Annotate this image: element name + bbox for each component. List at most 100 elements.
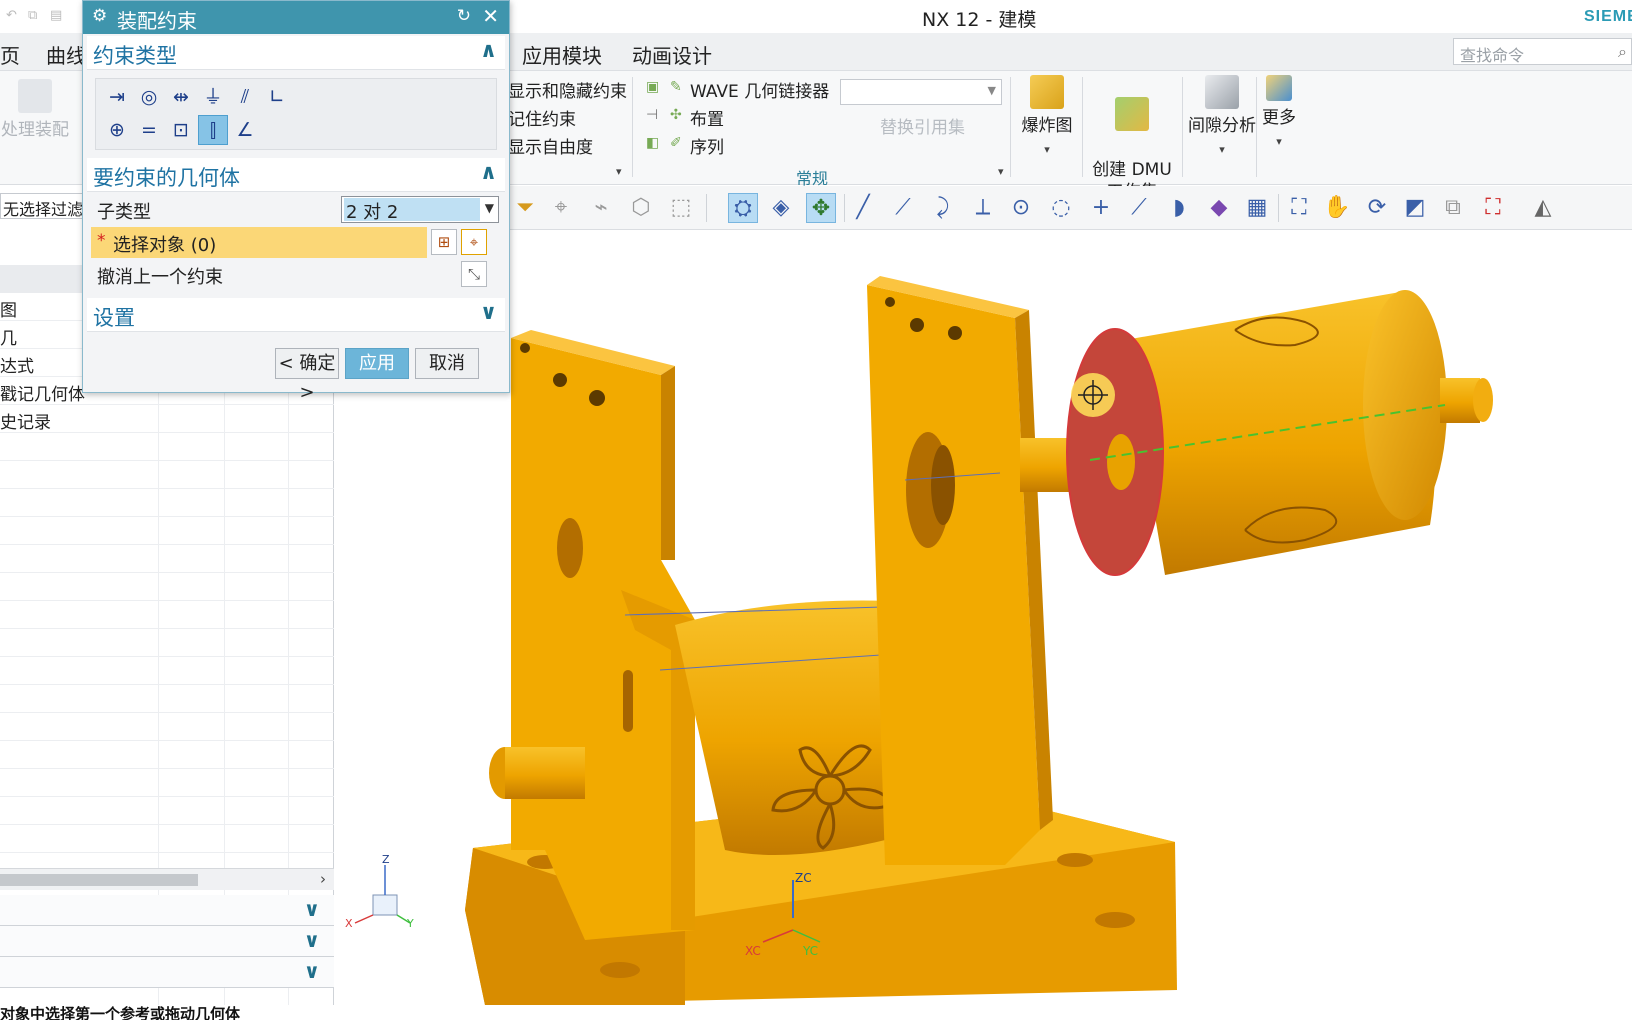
command-search-input[interactable]: 查找命令 ⌕ <box>1453 38 1632 65</box>
navigator-panel-collapsed[interactable]: ∨ <box>0 957 334 988</box>
section-constraint-type[interactable]: 约束类型 ∧ <box>87 36 505 70</box>
clearance-analysis-button[interactable]: 间隙分析 ▾ <box>1184 75 1260 161</box>
snap-body-icon[interactable]: ⬡ <box>626 193 656 223</box>
intersection-icon[interactable]: ⟂ <box>968 193 998 223</box>
right-bracket[interactable] <box>867 276 1053 865</box>
table-row <box>0 433 334 461</box>
chevron-down-icon[interactable]: ∨ <box>304 928 320 952</box>
snap-curve-icon[interactable]: ⌁ <box>586 193 616 223</box>
cancel-button[interactable]: 取消 <box>415 348 479 379</box>
menu-application[interactable]: 应用模块 <box>522 40 602 69</box>
graphics-window[interactable]: ZC XC YC Z X Y <box>345 230 1632 1005</box>
navigator-panel-collapsed[interactable]: ∨ <box>0 895 334 926</box>
touch-align-icon[interactable]: ⇥ <box>102 82 132 112</box>
chevron-up-icon[interactable]: ∧ <box>480 160 497 184</box>
clipping-icon[interactable]: ⧉ <box>1438 193 1468 223</box>
remember-constraints-button[interactable]: 记住约束 <box>508 105 576 130</box>
close-icon[interactable]: ✕ <box>482 4 499 28</box>
selection-filter-input[interactable]: 无选择过滤器 <box>0 193 84 219</box>
fit-icon[interactable]: ⊡ <box>166 115 196 145</box>
ok-button[interactable]: < 确定 > <box>275 348 339 403</box>
section-geometry-to-constrain[interactable]: 要约束的几何体 ∧ <box>87 158 505 192</box>
control-point-icon[interactable]: ⤸ <box>928 193 958 223</box>
reference-set-combo[interactable]: ▼ <box>840 79 1002 105</box>
render-style-icon[interactable]: ◭ <box>1528 193 1558 223</box>
filter-icon[interactable]: ⏷ <box>510 193 540 223</box>
more-button[interactable]: 更多 ▾ <box>1258 75 1300 153</box>
rect-select-icon[interactable]: ⬚ <box>666 193 696 223</box>
shaded-icon[interactable]: ◈ <box>766 193 796 223</box>
dialog-title-bar[interactable]: ⚙ 装配约束 ↻ ✕ <box>83 1 509 34</box>
endpoint-icon[interactable]: ╱ <box>848 193 878 223</box>
point-on-face-icon[interactable]: ◗ <box>1164 193 1194 223</box>
reset-icon[interactable]: ↻ <box>457 6 471 26</box>
show-dof-button[interactable]: 显示自由度 <box>508 133 593 158</box>
wave-icon: ▣ <box>646 79 660 95</box>
table-row <box>0 769 334 797</box>
section-settings[interactable]: 设置 ∨ <box>87 298 505 332</box>
chevron-down-icon[interactable]: ∨ <box>480 300 497 324</box>
undo-constraint-icon[interactable]: ⤡ <box>461 261 487 287</box>
apply-button[interactable]: 应用 <box>345 348 409 379</box>
point-dialog-icon[interactable]: ⌖ <box>461 229 487 255</box>
align-lock-icon[interactable]: ⊕ <box>102 115 132 145</box>
process-assembly-label: 处理装配 <box>1 120 69 140</box>
navigator-row-history[interactable]: 史记录 <box>0 405 334 433</box>
zoom-window-icon[interactable]: ⛶ <box>1478 193 1508 223</box>
point-on-curve-icon[interactable]: ⟋ <box>1124 193 1154 223</box>
angle-icon[interactable]: ∠ <box>230 115 260 145</box>
horizontal-scrollbar[interactable]: › <box>0 868 334 890</box>
table-row <box>0 573 334 601</box>
rotate-icon[interactable]: ⟳ <box>1362 193 1392 223</box>
snap-point-icon[interactable]: ⌖ <box>546 193 576 223</box>
group-caret-icon[interactable]: ▾ <box>998 165 1004 178</box>
left-bracket[interactable] <box>489 330 695 940</box>
copy-icon[interactable]: ⧉ <box>28 8 44 24</box>
existing-point-icon[interactable]: + <box>1086 193 1116 223</box>
upper-roller[interactable] <box>1066 290 1493 576</box>
bounded-grid-icon[interactable]: ◆ <box>1204 193 1234 223</box>
navigator-panel-collapsed[interactable]: ∨ <box>0 926 334 957</box>
perpendicular-icon[interactable]: ∟ <box>262 82 292 112</box>
exploded-view-button[interactable]: 爆炸图 ▾ <box>1014 75 1080 161</box>
scrollbar-thumb[interactable] <box>0 874 198 886</box>
shaded-edges-icon[interactable]: ⛭ <box>728 193 758 223</box>
undo-icon[interactable]: ↶ <box>6 8 22 24</box>
undo-last-constraint-row[interactable]: 撤消上一个约束 <box>91 259 501 290</box>
perspective-icon[interactable]: ◩ <box>1400 193 1430 223</box>
model-viewport[interactable]: ZC XC YC Z X Y <box>345 230 1632 1005</box>
fix-icon[interactable]: ⏚ <box>198 82 228 112</box>
quadrant-icon[interactable]: ◌ <box>1046 193 1076 223</box>
concentric-icon[interactable]: ◎ <box>134 82 164 112</box>
bond-icon[interactable]: = <box>134 115 164 145</box>
parallel-icon[interactable]: ⫽ <box>230 82 260 112</box>
fit-view-icon[interactable]: ⛶ <box>1284 193 1314 223</box>
create-dmu-workset-button[interactable]: 创建 DMU 工作集 <box>1084 75 1180 203</box>
arrangement-button[interactable]: 布置 <box>690 105 724 130</box>
menu-curve[interactable]: 曲线 <box>46 40 86 69</box>
show-hide-constraints-button[interactable]: 显示和隐藏约束 <box>508 77 627 102</box>
paste-icon[interactable]: ▤ <box>50 8 66 24</box>
replace-reference-set-button[interactable]: 替换引用集 <box>880 113 965 138</box>
arc-center-icon[interactable]: ⊙ <box>1006 193 1036 223</box>
chevron-right-icon[interactable]: › <box>320 870 326 888</box>
menu-home[interactable]: 页 <box>0 40 20 69</box>
subtype-select[interactable]: 2 对 2 ▼ <box>341 196 499 223</box>
menu-animation-design[interactable]: 动画设计 <box>632 40 712 69</box>
grid-icon[interactable]: ▦ <box>1242 193 1272 223</box>
snap-points-icon[interactable]: ✥ <box>806 193 836 223</box>
midpoint-icon[interactable]: ⟋ <box>888 193 918 223</box>
pan-icon[interactable]: ✋ <box>1322 193 1352 223</box>
chevron-up-icon[interactable]: ∧ <box>480 38 497 62</box>
chevron-down-icon[interactable]: ∨ <box>304 897 320 921</box>
wave-geometry-linker-button[interactable]: WAVE 几何链接器 <box>690 77 829 102</box>
add-selection-icon[interactable]: ⊞ <box>431 229 457 255</box>
table-row <box>0 461 334 489</box>
select-object-row[interactable]: * 选择对象 (0) <box>91 227 427 258</box>
process-assembly-button[interactable]: 处理装配 <box>0 79 70 141</box>
group-caret-icon[interactable]: ▾ <box>616 165 622 178</box>
chevron-down-icon[interactable]: ∨ <box>304 959 320 983</box>
sequence-button[interactable]: 序列 <box>690 133 724 158</box>
center-icon[interactable]: ⫿ <box>198 115 228 145</box>
distance-icon[interactable]: ⇹ <box>166 82 196 112</box>
